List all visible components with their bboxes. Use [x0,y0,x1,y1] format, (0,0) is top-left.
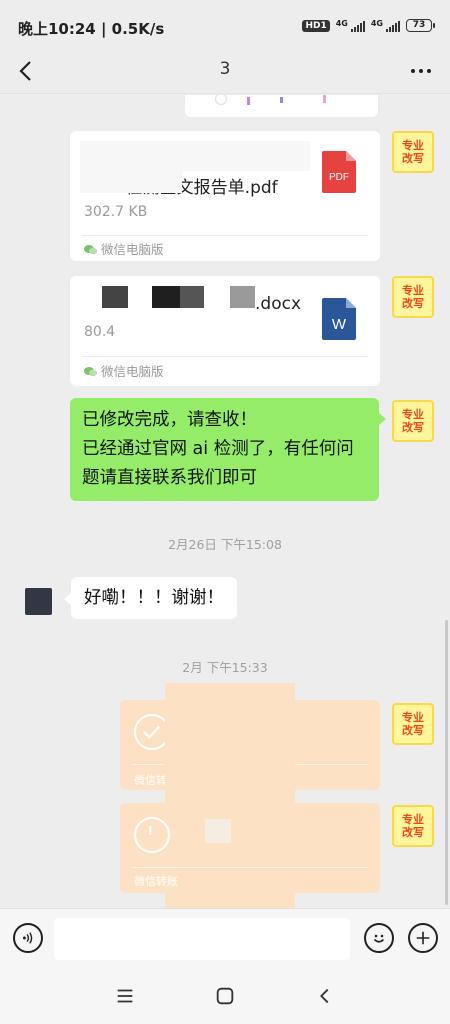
back-arrow-icon [320,988,329,1004]
contact-avatar[interactable] [25,588,52,615]
sent-text-message[interactable]: 已修改完成，请查收！ 已经通过官网 ai 检测了，有任何问 题请直接联系我们即可 [70,398,379,501]
avatar-label: 专业 改写 [402,139,424,165]
avatar-label: 专业 改写 [402,408,424,434]
received-text-message[interactable]: 好嘞！！！谢谢！ [71,577,237,619]
transfer-divider [132,867,368,868]
card-source: 微信电脑版 [84,239,164,258]
redaction [80,171,182,193]
timestamp: 2月 下午15:33 [182,660,268,675]
status-time: 晚上10:24 | 0.5K/s [18,20,165,38]
wechat-icon [84,365,97,377]
menu-icon [117,989,133,1003]
voice-button[interactable] [13,923,43,953]
scrollbar[interactable] [445,620,448,905]
redaction [102,286,128,308]
word-file-icon: W [322,298,356,340]
wechat-icon [84,243,97,255]
signal-icon [350,20,365,32]
battery-icon: 73 [406,19,435,32]
file-name: .docx [255,294,302,314]
file-message-pdf[interactable]: AIGC检测全文报告单.pdf 302.7 KB PDF 微信电脑版 [70,131,380,261]
redaction [80,141,310,171]
my-avatar[interactable]: 专业 改写 [392,276,434,318]
my-avatar[interactable]: 专业 改写 [392,131,434,173]
status-indicators: HD1 4G 4G 73 [302,19,435,32]
network-label-1: 4G [335,19,348,28]
redaction [230,286,255,308]
redaction [180,286,204,308]
file-message-docx[interactable]: .docx 80.4 W 微信电脑版 [70,276,380,386]
redaction [152,286,180,308]
bubble-tail [64,593,71,605]
avatar-label: 专业 改写 [402,284,424,310]
avatar-label: 专业 改写 [402,711,424,737]
redaction [205,819,231,843]
message-input[interactable] [54,918,350,960]
input-bar [0,908,450,968]
card-source-label: 微信电脑版 [101,364,164,379]
svg-text:W: W [332,316,347,333]
status-bar: 晚上10:24 | 0.5K/s HD1 4G 4G 73 [0,0,450,50]
card-source-label: 微信电脑版 [101,242,164,257]
card-divider [82,356,368,357]
emoji-button[interactable] [364,923,394,953]
image-message[interactable] [185,95,378,117]
timestamp: 2月26日 下午15:08 [168,537,282,552]
svg-text:PDF: PDF [329,172,349,183]
card-source: 微信电脑版 [84,361,164,380]
home-square-icon [216,987,234,1005]
system-nav-bar [0,968,450,1024]
chat-area[interactable]: 专业 改写 AIGC检测全文报告单.pdf 302.7 KB PDF 微信电脑版… [0,95,450,908]
pdf-file-icon: PDF [322,151,356,193]
my-avatar[interactable]: 专业 改写 [392,805,434,847]
card-divider [82,235,368,236]
hd-badge: HD1 [302,19,330,32]
smiley-icon [373,934,385,943]
my-avatar[interactable]: 专业 改写 [392,400,434,442]
transfer-message[interactable]: 微信转账 [120,803,380,893]
chat-header: 3 [0,50,450,94]
file-size: 302.7 KB [84,204,148,220]
plus-button[interactable] [408,923,438,953]
transfer-pending-icon [134,817,170,853]
system-back-button[interactable] [313,984,337,1008]
plus-icon [416,931,430,945]
chat-title: 3 [219,59,231,79]
bubble-tail [379,413,386,425]
voice-icon [22,932,33,944]
transfer-label: 微信转 [134,774,167,787]
network-label-2: 4G [370,19,383,28]
file-size: 80.4 [84,324,116,340]
my-avatar[interactable]: 专业 改写 [392,703,434,745]
more-dots-icon [411,69,415,73]
more-button[interactable] [406,56,436,86]
menu-button[interactable] [113,984,137,1008]
transfer-label: 微信转账 [134,875,178,888]
avatar-label: 专业 改写 [402,813,424,839]
home-button[interactable] [213,984,237,1008]
signal-icon-2 [386,20,400,32]
